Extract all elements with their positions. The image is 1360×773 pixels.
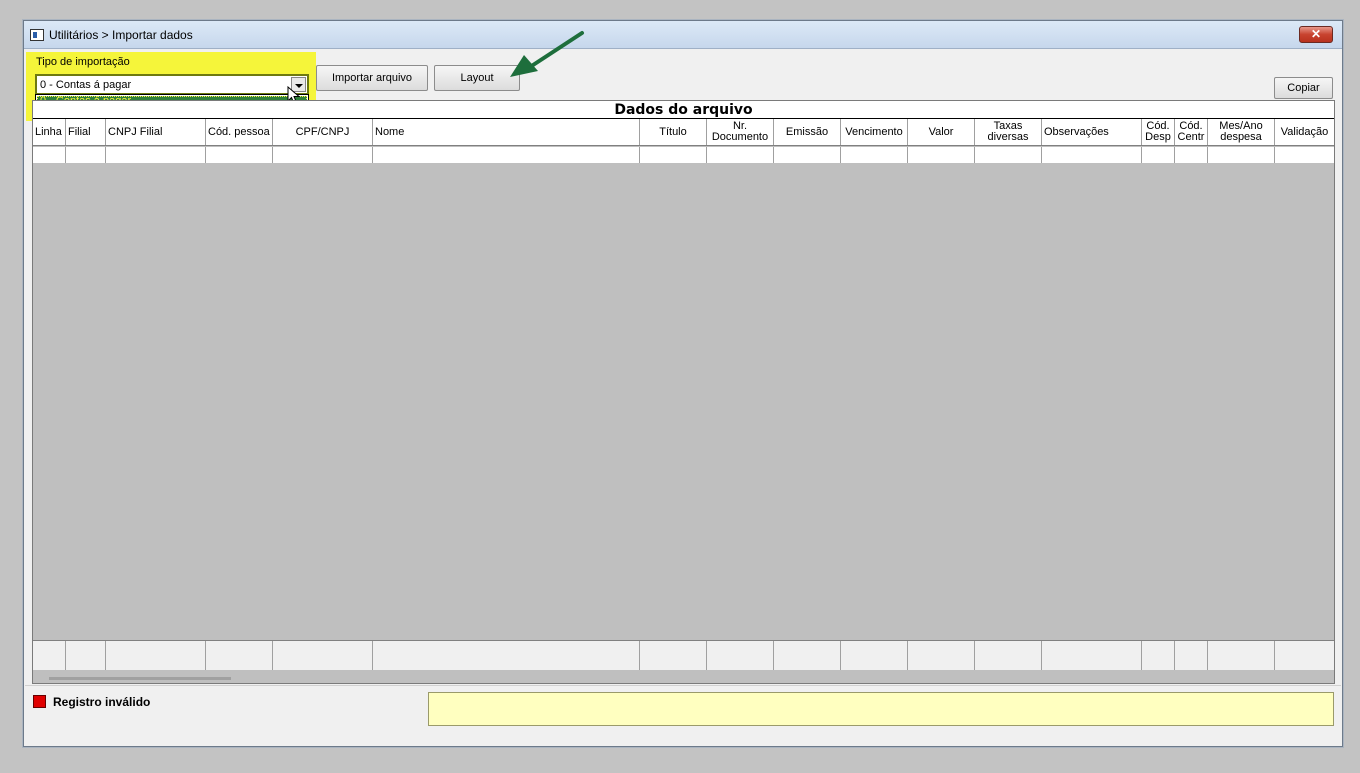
message-panel — [428, 692, 1334, 726]
grid-header-row: Linha Filial CNPJ Filial Cód. pessoa CPF… — [33, 119, 1334, 146]
invalid-record-color-swatch — [33, 695, 46, 708]
column-header-linha[interactable]: Linha — [33, 119, 66, 145]
table-cell[interactable] — [1208, 147, 1275, 163]
column-header-nr-documento[interactable]: Nr. Documento — [707, 119, 774, 145]
green-arrow-icon — [510, 31, 584, 77]
column-header-nome[interactable]: Nome — [373, 119, 640, 145]
close-button[interactable]: ✕ — [1299, 26, 1333, 43]
footer-cell — [1142, 641, 1175, 670]
column-header-observacoes[interactable]: Observações — [1042, 119, 1142, 145]
table-cell[interactable] — [707, 147, 774, 163]
column-header-cod-centr[interactable]: Cód. Centr — [1175, 119, 1208, 145]
invalid-record-label: Registro inválido — [53, 695, 151, 709]
column-header-filial[interactable]: Filial — [66, 119, 106, 145]
column-header-valor[interactable]: Valor — [908, 119, 975, 145]
table-cell[interactable] — [774, 147, 841, 163]
footer-cell — [975, 641, 1042, 670]
table-cell[interactable] — [640, 147, 707, 163]
table-cell[interactable] — [975, 147, 1042, 163]
copy-button[interactable]: Copiar — [1274, 77, 1333, 99]
footer-cell — [206, 641, 273, 670]
table-cell[interactable] — [1175, 147, 1208, 163]
table-cell[interactable] — [1142, 147, 1175, 163]
footer-cell — [1275, 641, 1334, 670]
footer-cell — [841, 641, 908, 670]
import-data-window: Utilitários > Importar dados ✕ Tipo de i… — [23, 20, 1343, 747]
title-bar[interactable]: Utilitários > Importar dados ✕ — [24, 21, 1342, 49]
column-header-cod-desp[interactable]: Cód. Desp — [1142, 119, 1175, 145]
footer-cell — [273, 641, 373, 670]
table-cell[interactable] — [273, 147, 373, 163]
import-type-value: 0 - Contas á pagar — [40, 79, 132, 91]
grid-title: Dados do arquivo — [33, 101, 1334, 119]
column-header-validacao[interactable]: Validação — [1275, 119, 1334, 145]
table-cell[interactable] — [1275, 147, 1334, 163]
column-header-emissao[interactable]: Emissão — [774, 119, 841, 145]
column-header-taxas-diversas[interactable]: Taxas diversas — [975, 119, 1042, 145]
footer-cell — [373, 641, 640, 670]
file-data-grid: Dados do arquivo Linha Filial CNPJ Filia… — [32, 100, 1335, 684]
status-area: Registro inválido — [25, 685, 1341, 741]
import-type-select[interactable]: 0 - Contas á pagar — [35, 74, 309, 95]
column-header-vencimento[interactable]: Vencimento — [841, 119, 908, 145]
column-header-mes-ano-despesa[interactable]: Mes/Ano despesa — [1208, 119, 1275, 145]
footer-cell — [33, 641, 66, 670]
footer-cell — [640, 641, 707, 670]
app-window-icon — [30, 29, 44, 41]
table-cell[interactable] — [33, 147, 66, 163]
column-header-cpf-cnpj[interactable]: CPF/CNPJ — [273, 119, 373, 145]
footer-cell — [707, 641, 774, 670]
column-header-titulo[interactable]: Título — [640, 119, 707, 145]
table-cell[interactable] — [908, 147, 975, 163]
footer-cell — [66, 641, 106, 670]
table-cell[interactable] — [841, 147, 908, 163]
footer-cell — [1208, 641, 1275, 670]
column-header-cnpj-filial[interactable]: CNPJ Filial — [106, 119, 206, 145]
table-cell[interactable] — [106, 147, 206, 163]
footer-cell — [1175, 641, 1208, 670]
table-cell[interactable] — [206, 147, 273, 163]
footer-cell — [1042, 641, 1142, 670]
footer-cell — [908, 641, 975, 670]
table-row[interactable] — [33, 147, 1334, 164]
table-cell[interactable] — [66, 147, 106, 163]
horizontal-scrollbar[interactable] — [49, 677, 231, 680]
table-cell[interactable] — [1042, 147, 1142, 163]
column-header-cod-pessoa[interactable]: Cód. pessoa — [206, 119, 273, 145]
window-title: Utilitários > Importar dados — [49, 28, 193, 42]
footer-cell — [106, 641, 206, 670]
import-type-label: Tipo de importação — [36, 56, 130, 68]
footer-cell — [774, 641, 841, 670]
import-file-button[interactable]: Importar arquivo — [316, 65, 428, 91]
grid-footer-row — [33, 640, 1334, 670]
table-cell[interactable] — [373, 147, 640, 163]
